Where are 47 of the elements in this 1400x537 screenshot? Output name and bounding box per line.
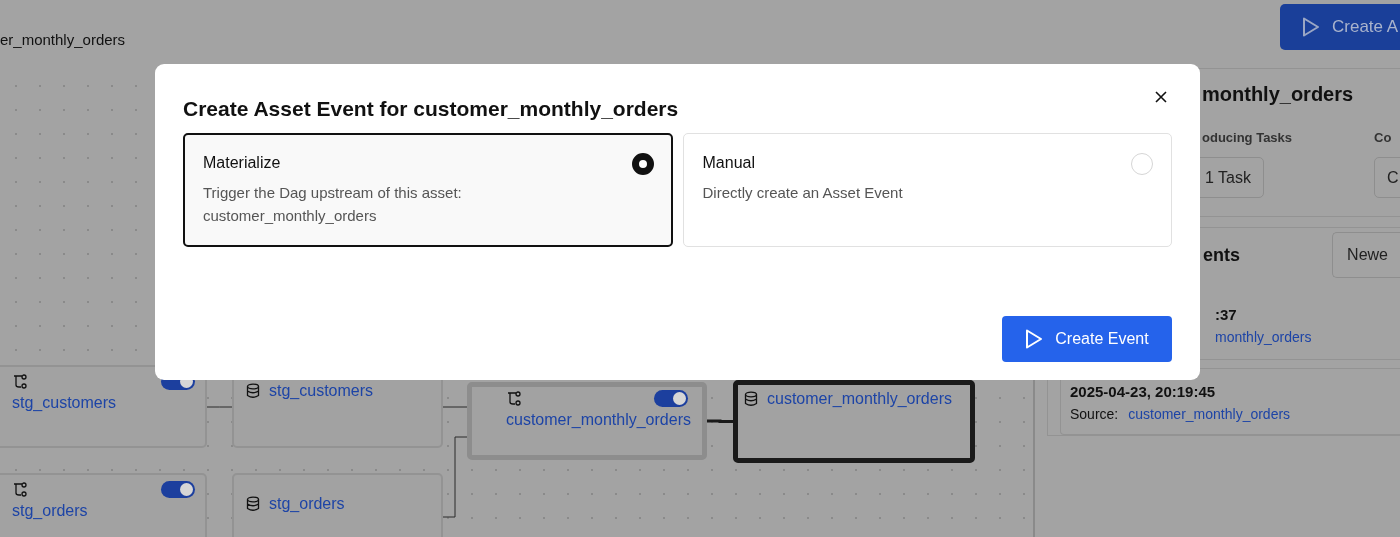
edge-line [442,406,468,408]
close-icon [1154,90,1168,104]
database-icon [246,383,260,399]
database-icon [246,496,260,512]
breadcrumb-text: er_monthly_orders [0,31,126,48]
source-link[interactable]: monthly_orders [1215,329,1312,345]
database-icon [744,391,758,407]
node-link[interactable]: stg_customers [269,382,374,400]
radio-button[interactable] [631,153,654,175]
asset-node[interactable]: customer_monthly_orders [733,380,975,463]
task-node[interactable]: stg_customers [0,365,207,448]
play-icon [1025,329,1044,349]
node-link[interactable]: stg_customers [0,394,117,412]
node-link[interactable]: customer_monthly_orders [486,411,691,429]
branch-icon [12,373,28,390]
sort-select[interactable]: Newe [1332,232,1400,278]
node-link[interactable]: stg_orders [269,495,345,513]
source-link[interactable]: customer_monthly_orders [1128,406,1291,422]
node-link[interactable]: customer_monthly_orders [767,390,952,408]
toggle-switch[interactable] [161,481,195,498]
option-title: Materialize [203,154,282,172]
dialog-title: Create Asset Event for customer_monthly_orders [183,97,679,121]
option-title: Manual [702,154,756,172]
play-icon [1302,17,1320,37]
task-count-button[interactable]: C [1374,157,1400,198]
field-label: Co [1374,130,1392,145]
branch-icon [12,481,28,498]
asset-title: monthly_orders [1202,83,1355,106]
option-description: Trigger the Dag upstream of this asset: customer_monthly_orders [203,183,463,226]
task-node[interactable]: customer_monthly_orders [467,382,707,460]
edge-line [206,406,233,408]
edge-line [707,419,733,423]
event-timestamp: 2025-04-23, 20:19:45 [1070,383,1217,400]
asset-node[interactable]: stg_orders [232,473,443,537]
create-event-button[interactable]: Create Event [1002,316,1172,362]
create-asset-event-button[interactable]: Create A [1280,4,1400,50]
node-link[interactable]: stg_orders [0,502,88,520]
option-card[interactable]: Manual Directly create an Asset Event [682,133,1172,247]
field-label: oducing Tasks [1202,130,1293,145]
toggle-switch[interactable] [654,390,688,407]
section-title: ents [1203,244,1240,266]
event-timestamp: :37 [1215,306,1238,323]
branch-icon [506,390,522,407]
option-card[interactable]: Materialize Trigger the Dag upstream of this asset: customer_monthly_orders [183,133,673,247]
option-description: Directly create an Asset Event [702,183,904,203]
task-node[interactable]: stg_orders [0,473,207,537]
source-label: Source: [1070,406,1119,422]
